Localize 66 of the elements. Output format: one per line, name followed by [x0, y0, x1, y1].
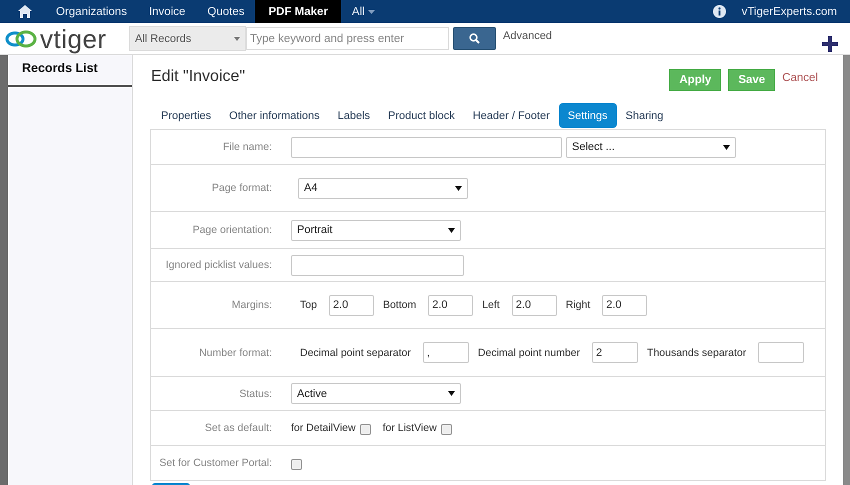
caret-icon	[448, 391, 455, 396]
cancel-link[interactable]: Cancel	[782, 72, 818, 84]
field-caption: Bottom	[382, 299, 416, 311]
site-link[interactable]: vTigerExperts.com	[742, 6, 837, 18]
logo-text: vtiger	[40, 26, 107, 52]
checkbox-label: for ListView	[382, 422, 437, 434]
input-field[interactable]	[291, 254, 464, 276]
field-label: Set for Customer Portal:	[158, 457, 273, 469]
sidebar-title: Records List	[8, 55, 132, 87]
select-dropdown[interactable]: Portrait	[291, 220, 461, 240]
field-label: Page orientation:	[192, 224, 273, 236]
home-icon	[18, 5, 32, 18]
field-caption: Top	[300, 299, 317, 311]
caret-icon	[455, 186, 462, 190]
plus-icon	[822, 36, 838, 52]
input-field[interactable]: 2	[592, 342, 638, 363]
field-label: Margins:	[230, 299, 273, 311]
field-label: Number format:	[198, 346, 273, 358]
tab[interactable]: Header / Footer	[464, 103, 559, 128]
input-field[interactable]: ,	[422, 342, 469, 363]
checkbox-label: for DetailView	[291, 422, 356, 434]
input-field[interactable]	[291, 136, 562, 158]
cloud-logo-icon	[4, 28, 38, 50]
input-field[interactable]: 2.0	[602, 294, 648, 316]
input-field[interactable]: 2.0	[512, 294, 557, 316]
field-caption: Decimal point separator	[300, 346, 411, 358]
field-caption: Right	[566, 299, 590, 311]
search-icon	[469, 33, 480, 44]
tab[interactable]: Labels	[328, 103, 380, 128]
search-field[interactable]: Type keyword and press enter	[246, 27, 449, 50]
advanced-link[interactable]: Advanced	[503, 30, 552, 42]
checkbox[interactable]	[440, 424, 452, 435]
tab[interactable]: Settings	[558, 103, 616, 128]
scope-dropdown[interactable]: All Records	[129, 26, 246, 51]
caret-icon	[448, 228, 455, 232]
input-field[interactable]: 2.0	[328, 294, 374, 316]
field-label: Status:	[238, 388, 273, 400]
input-field[interactable]: 2.0	[428, 294, 474, 316]
tab[interactable]: Other informations	[220, 103, 329, 128]
nav-tab[interactable]: PDF Maker	[255, 0, 341, 23]
field-caption: Thousands separator	[647, 346, 746, 358]
select-dropdown[interactable]: Select ...	[566, 136, 736, 158]
field-label: Ignored picklist values:	[164, 259, 273, 271]
checkbox[interactable]	[291, 459, 302, 470]
field-label: File name:	[222, 141, 273, 153]
nav-tab[interactable]: Quotes	[196, 0, 256, 23]
field-label: Set as default:	[204, 422, 273, 434]
nav-tab[interactable]: All	[340, 0, 386, 23]
checkbox[interactable]	[360, 424, 371, 435]
field-caption: Decimal point number	[478, 346, 580, 358]
select-dropdown[interactable]: A4	[298, 178, 468, 198]
select-dropdown[interactable]: Active	[291, 383, 461, 404]
nav-tab[interactable]: Organizations	[45, 0, 138, 23]
input-field[interactable]	[758, 342, 804, 363]
tab[interactable]: Properties	[152, 103, 220, 128]
caret-icon	[723, 144, 730, 150]
field-label: Page format:	[210, 182, 273, 194]
tab[interactable]: Sharing	[616, 103, 672, 128]
field-caption: Left	[482, 299, 500, 311]
nav-tab[interactable]: Invoice	[138, 0, 196, 23]
scrollbar[interactable]	[843, 55, 850, 485]
info-icon	[712, 5, 726, 18]
caret-icon	[234, 36, 240, 40]
page-title: Edit "Invoice"	[151, 68, 246, 86]
search-button[interactable]	[453, 27, 496, 50]
tab[interactable]: Product block	[379, 103, 464, 128]
